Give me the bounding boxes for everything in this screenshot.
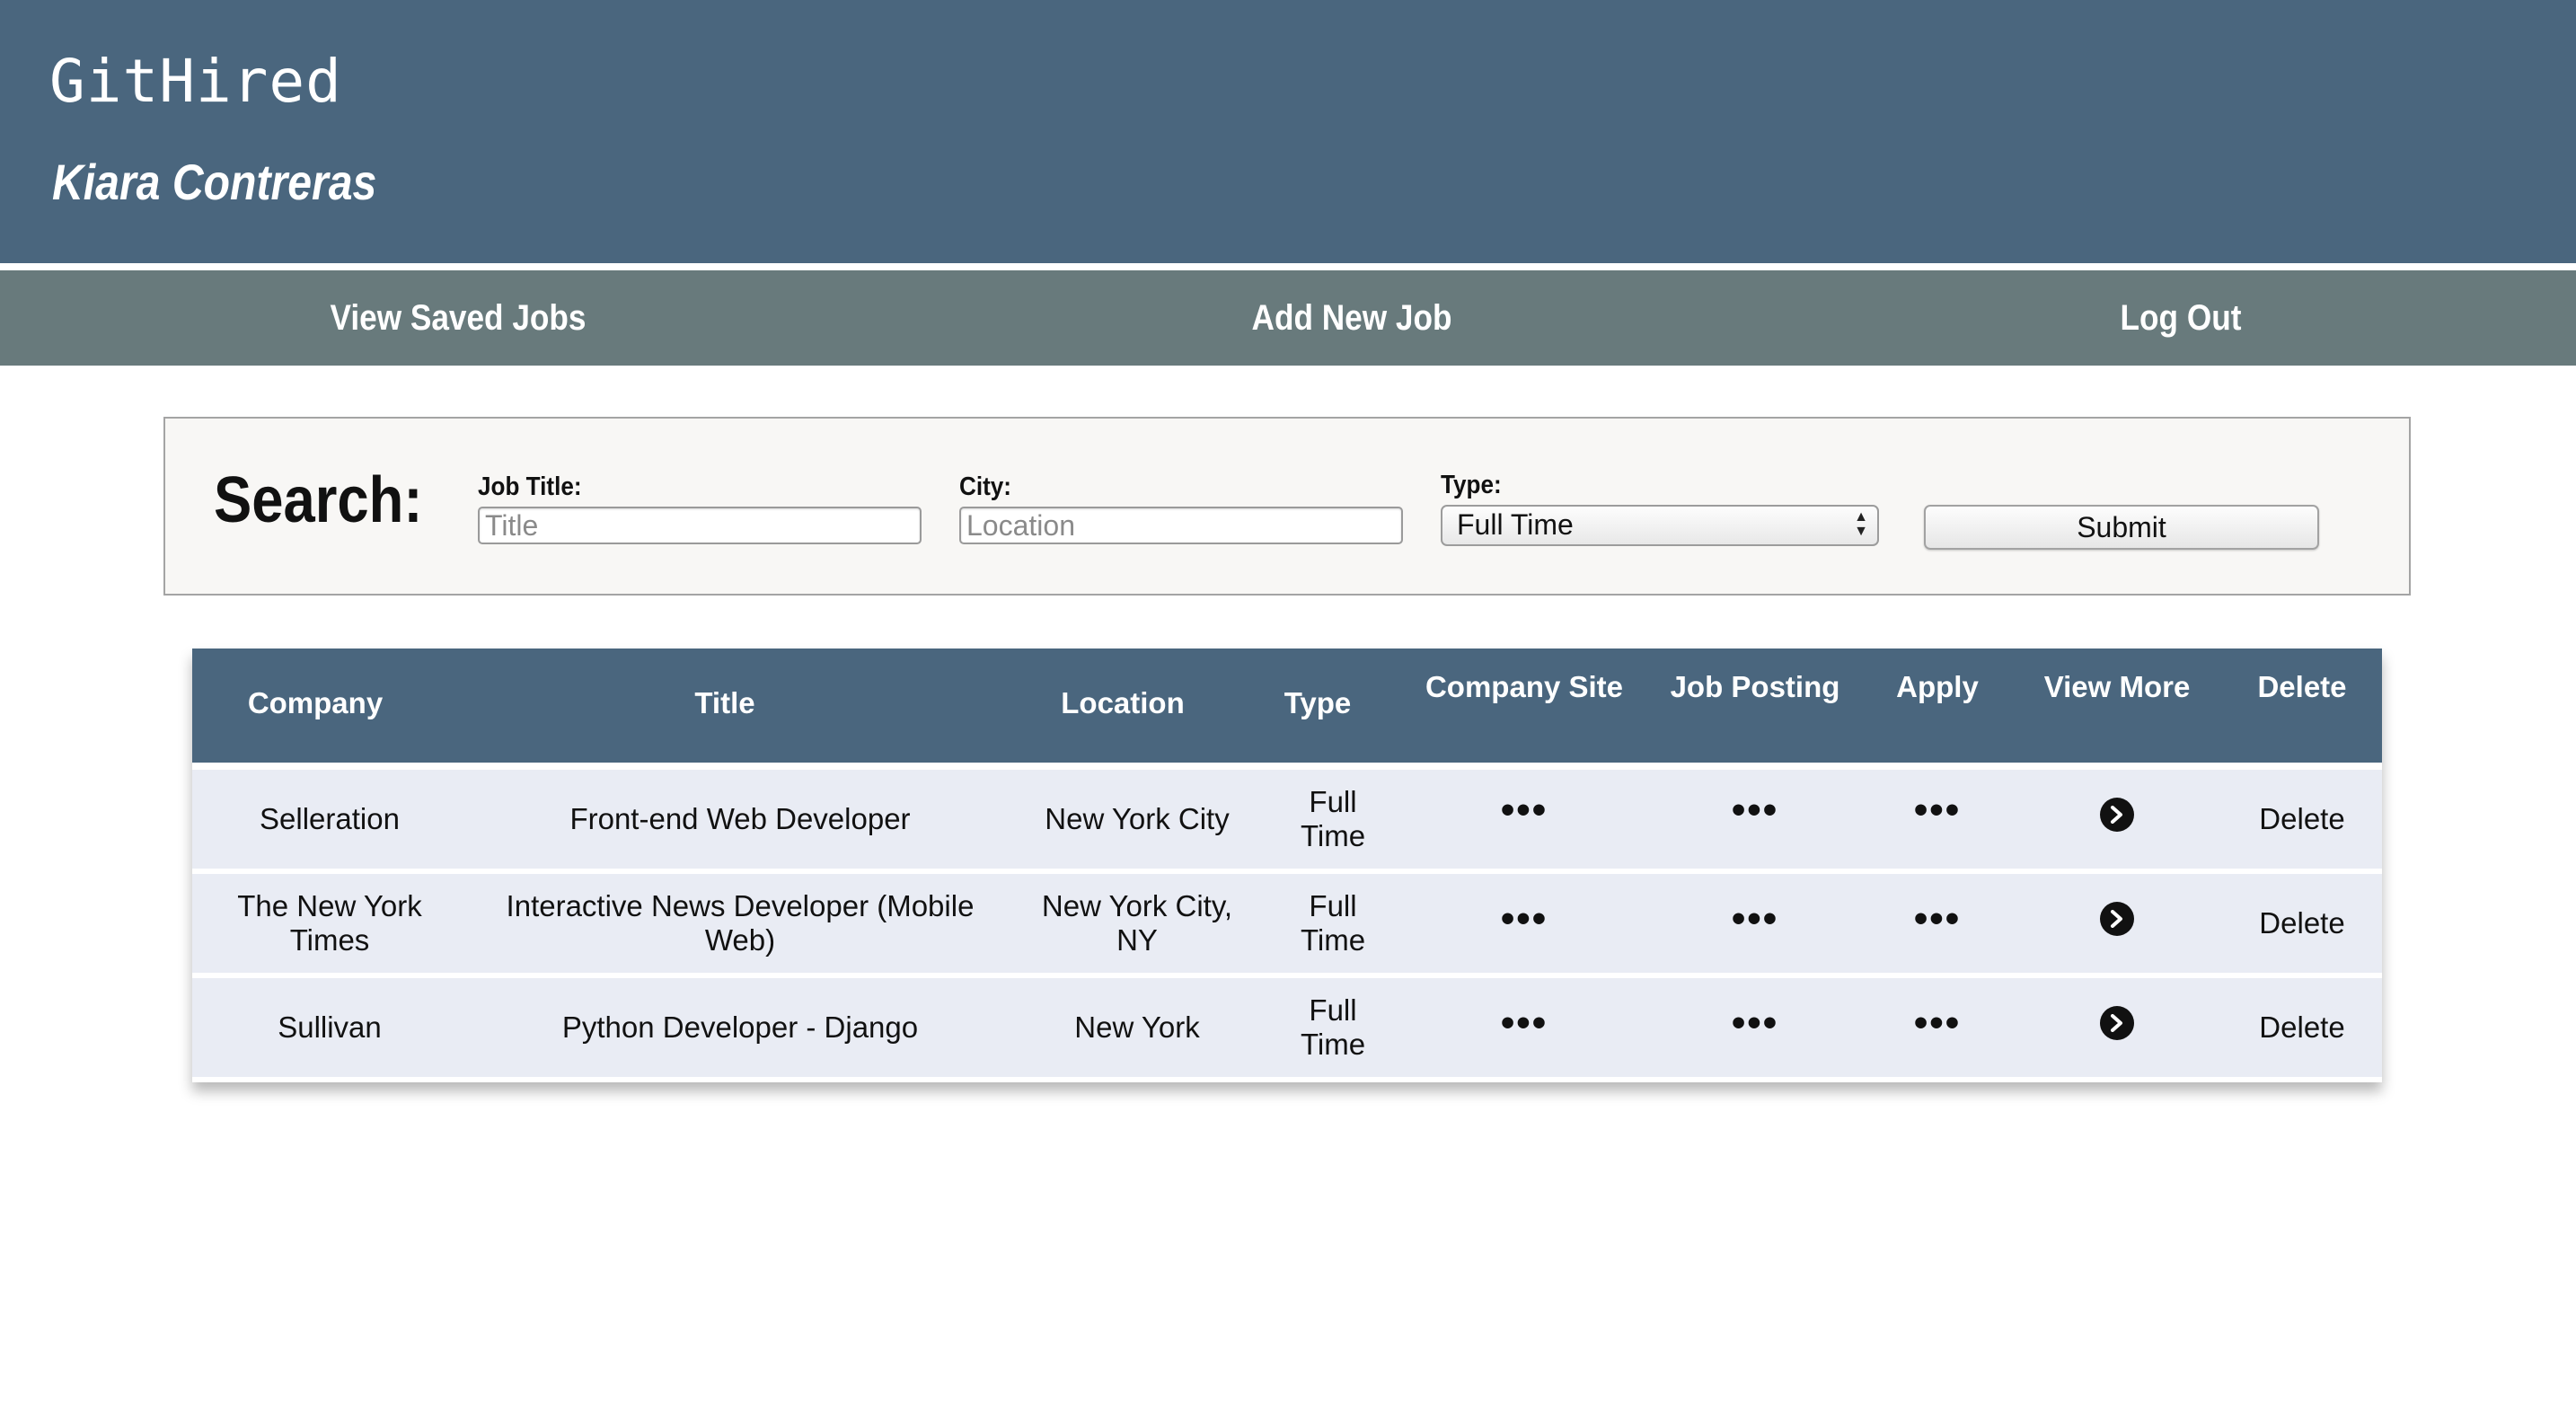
search-heading: Search:: [214, 464, 423, 536]
type-select[interactable]: Full Time ▲ ▼: [1441, 505, 1879, 546]
col-header-title: Title: [694, 686, 755, 719]
nav-add-new-job[interactable]: Add New Job: [1194, 270, 1510, 366]
cell-type: Full Time: [1300, 785, 1366, 852]
cell-location: New York: [1074, 1010, 1200, 1044]
ellipsis-icon: •••: [1913, 788, 1962, 832]
ellipsis-icon: •••: [1500, 1001, 1548, 1045]
job-posting-link[interactable]: •••: [1701, 978, 1809, 1068]
city-label: City:: [959, 472, 1012, 501]
ellipsis-icon: •••: [1731, 1001, 1779, 1045]
ellipsis-icon: •••: [1731, 788, 1779, 832]
delete-button[interactable]: Delete: [2248, 978, 2356, 1077]
job-posting-link[interactable]: •••: [1701, 770, 1809, 851]
main-nav: View Saved Jobs Add New Job Log Out: [0, 270, 2576, 366]
table-row: Sullivan Python Developer - Django New Y…: [192, 978, 2382, 1077]
jobs-table: Company Title Location Type Company Site…: [192, 649, 2382, 1082]
chevron-right-circle-icon: [2100, 1006, 2134, 1040]
company-site-link[interactable]: •••: [1470, 874, 1578, 964]
apply-link[interactable]: •••: [1883, 874, 1991, 964]
cell-location: New York City, NY: [1041, 889, 1233, 957]
view-more-button[interactable]: [2081, 874, 2153, 964]
select-arrows-icon: ▲ ▼: [1854, 509, 1868, 539]
job-title-label: Job Title:: [478, 472, 582, 501]
cell-type: Full Time: [1300, 993, 1366, 1061]
job-posting-link[interactable]: •••: [1701, 874, 1809, 964]
col-header-company: Company: [247, 686, 384, 719]
col-header-apply: Apply: [1896, 670, 1979, 703]
submit-button[interactable]: Submit: [1924, 505, 2319, 550]
ellipsis-icon: •••: [1731, 896, 1779, 940]
type-select-value: Full Time: [1457, 508, 1574, 541]
cell-location: New York City: [1045, 802, 1230, 835]
col-header-type: Type: [1284, 686, 1352, 719]
col-header-delete: Delete: [2257, 670, 2347, 703]
company-site-link[interactable]: •••: [1470, 770, 1578, 851]
search-panel: Search: Job Title: City: Type: Full Time…: [163, 417, 2411, 596]
col-header-company-site: Company Site: [1425, 670, 1624, 703]
apply-link[interactable]: •••: [1883, 978, 1991, 1068]
table-row: Selleration Front-end Web Developer New …: [192, 770, 2382, 869]
cell-company: Sullivan: [278, 1010, 382, 1044]
chevron-right-circle-icon: [2100, 902, 2134, 936]
ellipsis-icon: •••: [1913, 896, 1962, 940]
nav-view-saved-jobs[interactable]: View Saved Jobs: [300, 270, 616, 366]
brand-logo[interactable]: GitHired: [49, 47, 342, 116]
cell-title: Interactive News Developer (Mobile Web): [506, 889, 975, 957]
view-more-button[interactable]: [2081, 770, 2153, 860]
company-site-link[interactable]: •••: [1470, 978, 1578, 1068]
chevron-right-circle-icon: [2100, 798, 2134, 832]
ellipsis-icon: •••: [1500, 788, 1548, 832]
delete-button[interactable]: Delete: [2248, 874, 2356, 973]
ellipsis-icon: •••: [1913, 1001, 1962, 1045]
city-input[interactable]: [959, 507, 1403, 544]
ellipsis-icon: •••: [1500, 896, 1548, 940]
cell-company: Selleration: [260, 802, 400, 835]
cell-type: Full Time: [1300, 889, 1366, 957]
view-more-button[interactable]: [2081, 978, 2153, 1068]
col-header-job-posting: Job Posting: [1670, 670, 1840, 703]
cell-title: Front-end Web Developer: [569, 802, 911, 835]
type-label: Type:: [1441, 471, 1502, 499]
table-row: The New York Times Interactive News Deve…: [192, 874, 2382, 973]
apply-link[interactable]: •••: [1883, 770, 1991, 851]
table-header: Company Title Location Type Company Site…: [192, 649, 2382, 763]
cell-title: Python Developer - Django: [561, 1010, 919, 1044]
delete-button[interactable]: Delete: [2248, 770, 2356, 869]
job-title-input[interactable]: [478, 507, 922, 544]
col-header-view-more: View More: [2043, 670, 2191, 703]
app-header: GitHired Kiara Contreras: [0, 0, 2576, 267]
nav-log-out[interactable]: Log Out: [2023, 270, 2339, 366]
user-name: Kiara Contreras: [52, 154, 377, 210]
cell-company: The New York Times: [237, 889, 422, 957]
col-header-location: Location: [1061, 686, 1185, 719]
